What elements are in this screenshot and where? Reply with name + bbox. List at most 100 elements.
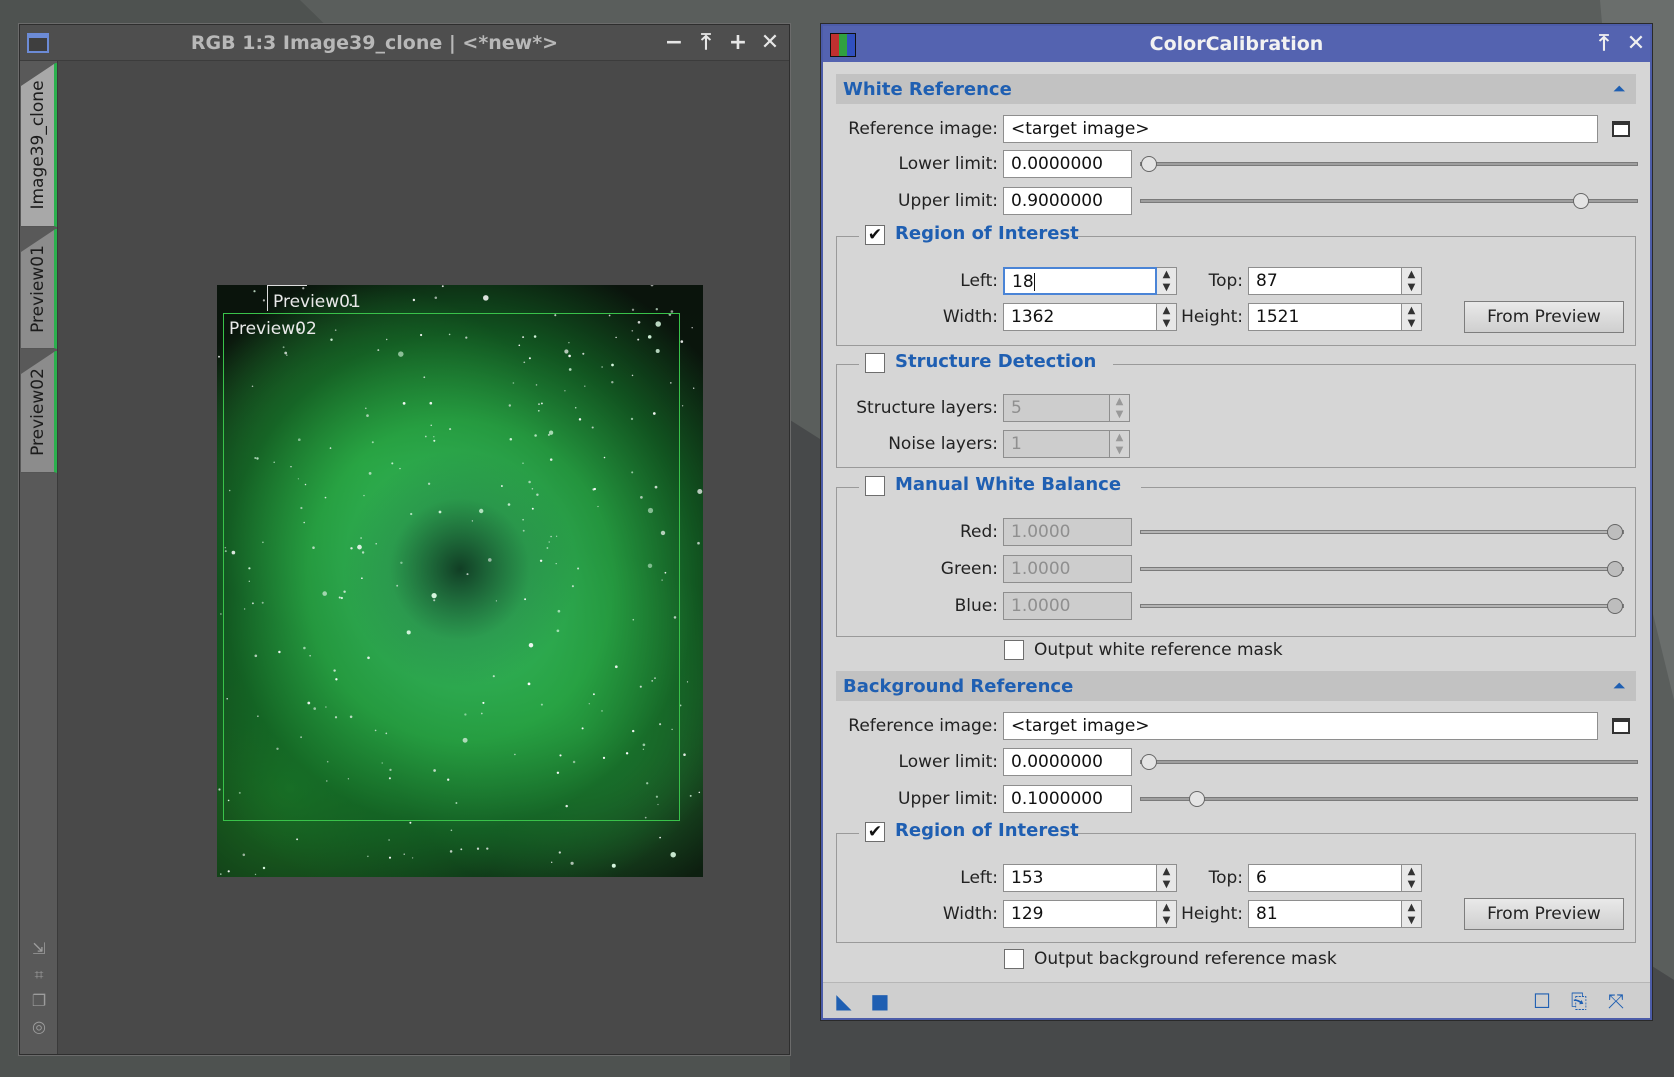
wr-lower-limit-field[interactable]: 0.0000000: [1003, 150, 1132, 178]
fit-icon[interactable]: ⌗: [30, 966, 48, 984]
blue-field[interactable]: 1.0000: [1003, 592, 1132, 620]
blue-slider[interactable]: [1140, 598, 1624, 614]
br-roi-top-field[interactable]: 6: [1248, 864, 1402, 892]
br-upper-limit-field[interactable]: 0.1000000: [1003, 785, 1132, 813]
shade-icon[interactable]: ⤒: [1591, 32, 1617, 56]
output-background-mask-checkbox[interactable]: [1004, 949, 1024, 969]
shade-icon[interactable]: ⤒: [693, 31, 719, 55]
image-viewport[interactable]: Preview01 Preview02: [58, 61, 789, 1054]
close-icon[interactable]: ✕: [1623, 32, 1649, 56]
structure-checkbox[interactable]: [865, 353, 885, 373]
slider-knob[interactable]: [1607, 524, 1623, 540]
br-roi-checkbox[interactable]: ✔: [865, 822, 885, 842]
wr-from-preview-button[interactable]: From Preview: [1464, 301, 1624, 333]
slider-knob[interactable]: [1607, 561, 1623, 577]
background-reference-header[interactable]: Background Reference ⏶: [836, 671, 1636, 701]
apply-icon[interactable]: ■: [869, 990, 891, 1012]
br-roi-title: Region of Interest: [895, 820, 1079, 841]
collapse-icon[interactable]: ⤧: [1605, 990, 1627, 1012]
noise-layers-spinner[interactable]: ▲ ▼: [1110, 430, 1130, 458]
br-lower-limit-field[interactable]: 0.0000000: [1003, 748, 1132, 776]
select-view-icon[interactable]: [1612, 718, 1630, 734]
green-label: Green:: [940, 559, 998, 579]
wr-roi-checkbox[interactable]: ✔: [865, 225, 885, 245]
save-icon[interactable]: ⎘: [1568, 990, 1590, 1012]
star: [409, 821, 412, 824]
new-instance-icon[interactable]: ◣: [833, 990, 855, 1012]
br-reference-image-label: Reference image:: [848, 716, 998, 736]
star: [476, 847, 480, 850]
wr-roi-top-field[interactable]: 87: [1248, 267, 1402, 295]
structure-layers-label: Structure layers:: [856, 398, 998, 418]
star: [403, 853, 405, 855]
collapse-section-icon[interactable]: ⏶: [1610, 80, 1628, 98]
slider-knob[interactable]: [1607, 598, 1623, 614]
preview01-label: Preview01: [273, 292, 361, 312]
br-lower-limit-slider[interactable]: [1140, 754, 1638, 770]
clone-icon[interactable]: ❐: [30, 992, 48, 1010]
slider-knob[interactable]: [1573, 193, 1589, 209]
red-field[interactable]: 1.0000: [1003, 518, 1132, 546]
image-window-titlebar[interactable]: RGB 1:3 Image39_clone | <*new*> − ⤒ + ✕: [20, 25, 789, 61]
br-roi-height-field[interactable]: 81: [1248, 900, 1402, 928]
manual-wb-checkbox[interactable]: [865, 476, 885, 496]
br-roi-top-spinner[interactable]: ▲ ▼: [1402, 864, 1422, 892]
select-view-icon[interactable]: [1612, 121, 1630, 137]
star: [253, 290, 256, 293]
br-reference-image-field[interactable]: <target image>: [1003, 712, 1598, 740]
target-icon[interactable]: ◎: [30, 1018, 48, 1036]
nebula-image[interactable]: Preview01 Preview02: [217, 285, 703, 877]
dialog-titlebar[interactable]: ColorCalibration ⤒ ✕: [823, 26, 1650, 62]
br-roi-height-spinner[interactable]: ▲ ▼: [1402, 900, 1422, 928]
tab-label: Preview01: [27, 244, 48, 333]
close-icon[interactable]: ✕: [757, 31, 783, 55]
tab-preview02[interactable]: Preview02: [21, 350, 57, 473]
star: [689, 794, 692, 797]
star: [650, 285, 654, 287]
dialog-footer: ◣ ■ ☐ ⎘ ⤧: [823, 982, 1650, 1018]
output-background-mask-label[interactable]: Output background reference mask: [1034, 949, 1337, 969]
star: [697, 541, 700, 545]
green-slider[interactable]: [1140, 561, 1624, 577]
wr-roi-height-spinner[interactable]: ▲ ▼: [1402, 303, 1422, 331]
image-window[interactable]: RGB 1:3 Image39_clone | <*new*> − ⤒ + ✕ …: [19, 24, 790, 1055]
wr-reference-image-field[interactable]: <target image>: [1003, 115, 1598, 143]
wr-upper-limit-label: Upper limit:: [898, 191, 998, 211]
star: [570, 861, 574, 865]
wr-upper-limit-slider[interactable]: [1140, 193, 1638, 209]
noise-layers-field[interactable]: 1: [1003, 430, 1110, 458]
manual-wb-title: Manual White Balance: [895, 474, 1122, 495]
tab-preview01[interactable]: Preview01: [21, 228, 57, 349]
star: [220, 613, 222, 615]
star: [242, 853, 246, 857]
star: [558, 851, 561, 854]
output-white-mask-checkbox[interactable]: [1004, 640, 1024, 660]
structure-layers-field[interactable]: 5: [1003, 394, 1110, 422]
minimize-icon[interactable]: −: [661, 31, 687, 55]
br-upper-limit-slider[interactable]: [1140, 791, 1638, 807]
star: [693, 387, 695, 389]
wr-lower-limit-slider[interactable]: [1140, 156, 1638, 172]
structure-layers-spinner[interactable]: ▲ ▼: [1110, 394, 1130, 422]
resize-icon[interactable]: ⇲: [30, 940, 48, 958]
wr-upper-limit-field[interactable]: 0.9000000: [1003, 187, 1132, 215]
br-from-preview-button[interactable]: From Preview: [1464, 898, 1624, 930]
colorcalibration-dialog[interactable]: ColorCalibration ⤒ ✕ White Reference ⏶ R…: [821, 24, 1652, 1020]
star: [680, 340, 684, 343]
preview02-box[interactable]: [223, 313, 680, 821]
red-slider[interactable]: [1140, 524, 1624, 540]
maximize-icon[interactable]: +: [725, 31, 751, 55]
slider-knob[interactable]: [1141, 754, 1157, 770]
wr-roi-height-field[interactable]: 1521: [1248, 303, 1402, 331]
slider-knob[interactable]: [1141, 156, 1157, 172]
output-white-mask-label[interactable]: Output white reference mask: [1034, 640, 1283, 660]
star: [450, 829, 453, 832]
green-field[interactable]: 1.0000: [1003, 555, 1132, 583]
slider-knob[interactable]: [1189, 791, 1205, 807]
tab-image39-clone[interactable]: Image39_clone: [21, 62, 57, 227]
white-reference-header[interactable]: White Reference ⏶: [836, 74, 1636, 104]
reset-icon[interactable]: ☐: [1531, 990, 1553, 1012]
star: [449, 850, 453, 853]
wr-roi-top-spinner[interactable]: ▲ ▼: [1402, 267, 1422, 295]
collapse-section-icon[interactable]: ⏶: [1610, 677, 1628, 695]
